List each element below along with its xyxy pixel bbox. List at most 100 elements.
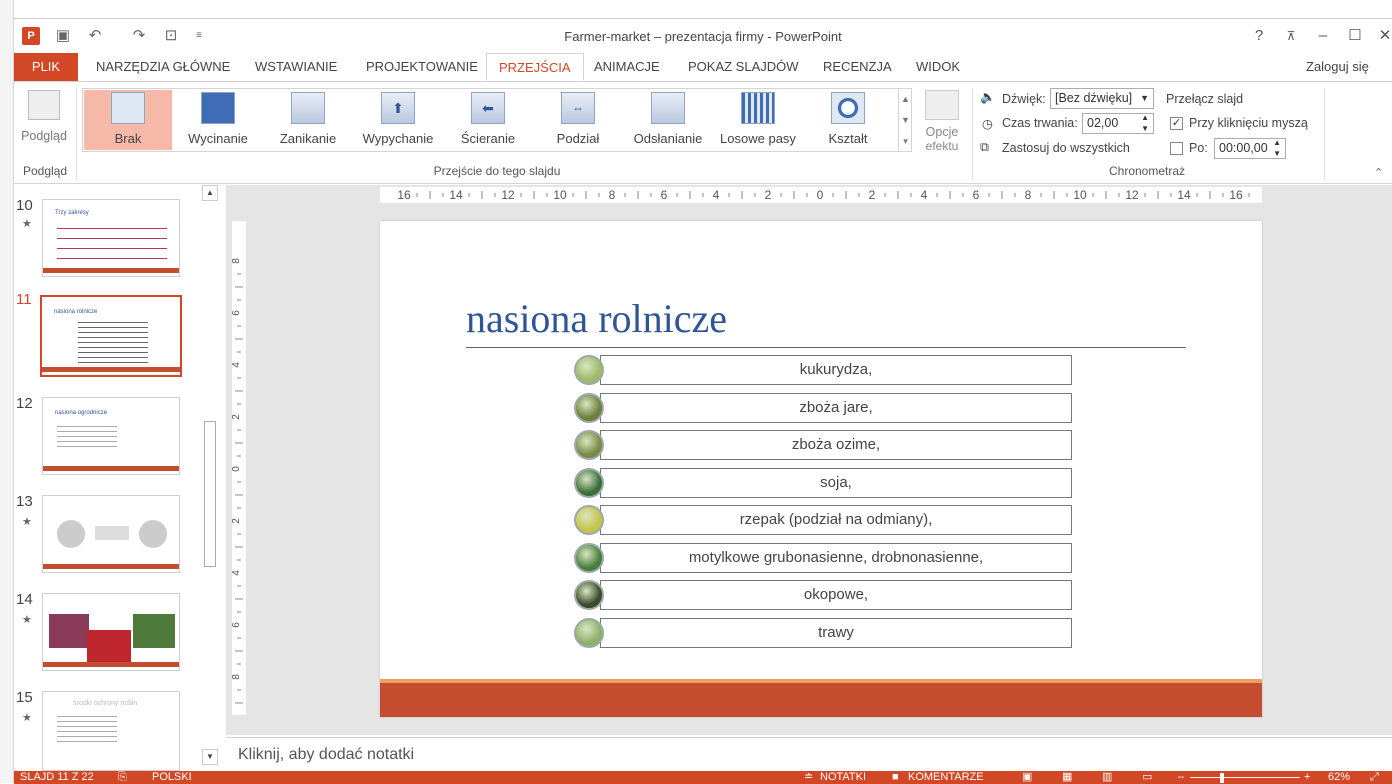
tab-home[interactable]: NARZĘDZIA GŁÓWNE [84, 53, 242, 81]
help-icon[interactable]: ? [1244, 25, 1274, 47]
bullet-photo-icon [574, 542, 604, 573]
tab-slide-show[interactable]: POKAZ SLAJDÓW [676, 53, 811, 81]
reading-view-icon[interactable]: ▥ [1102, 771, 1112, 784]
sign-in-link[interactable]: Zaloguj się [1294, 53, 1381, 81]
transition-split[interactable]: ⇔ Podział [533, 88, 623, 150]
tab-view[interactable]: WIDOK [904, 53, 972, 81]
tab-insert[interactable]: WSTAWIANIE [243, 53, 349, 81]
bullet-item[interactable]: zboża jare, [600, 392, 1072, 423]
gallery-scroll-up-icon[interactable]: ▲ [898, 89, 912, 110]
bullet-photo-icon [574, 580, 604, 610]
transition-label: Ścieranie [460, 131, 516, 146]
transition-fade-icon [291, 92, 325, 124]
slide-thumbnail-10[interactable]: Trzy zakresy [42, 199, 180, 277]
transition-fade[interactable]: Zanikanie [263, 88, 353, 150]
ruler-tick-label: 4 [232, 362, 242, 368]
comments-toggle[interactable]: KOMENTARZE [908, 771, 984, 784]
zoom-level[interactable]: 62% [1328, 771, 1350, 784]
notes-pane[interactable]: Kliknij, aby dodać notatki [226, 737, 1392, 771]
after-time-stepper[interactable]: 00:00,00 ▲ ▼ [1214, 138, 1286, 159]
scroll-down-icon[interactable]: ▼ [202, 749, 218, 765]
thumbnail-shape [57, 520, 85, 548]
tab-review[interactable]: RECENZJA [811, 53, 904, 81]
bullet-item[interactable]: kukurydza, [600, 355, 1072, 385]
zoom-slider-thumb[interactable] [1220, 773, 1224, 783]
comments-toggle-icon[interactable]: ■ [892, 771, 899, 784]
minimize-icon[interactable]: – [1308, 25, 1338, 47]
slide-thumbnail-15[interactable]: środki ochrony roślin [42, 691, 180, 771]
spelling-icon[interactable]: ⎘ [118, 771, 127, 784]
ruler-tick-label: 6 [232, 310, 242, 316]
transition-push[interactable]: ⬆ Wypychanie [353, 88, 443, 150]
apply-to-all-button[interactable]: Zastosuj do wszystkich [1002, 141, 1130, 155]
bullet-item[interactable]: rzepak (podział na odmiany), [600, 505, 1072, 535]
transition-random-bars[interactable]: Losowe pasy [713, 88, 803, 150]
transition-label: Zanikanie [279, 131, 337, 146]
thumbnail-footer [43, 662, 179, 667]
zoom-slider[interactable] [1190, 777, 1300, 778]
on-click-checkbox[interactable]: ✓ [1170, 117, 1183, 130]
stepper-arrows-icon[interactable]: ▲ ▼ [1273, 137, 1281, 159]
notes-toggle[interactable]: NOTATKI [820, 771, 866, 784]
transition-label: Wypychanie [362, 131, 434, 146]
transition-none-icon [111, 92, 145, 124]
gallery-scroll-down-icon[interactable]: ▼ [898, 110, 912, 131]
notes-toggle-icon[interactable]: ≐ [804, 771, 813, 784]
language-indicator[interactable]: POLSKI [152, 771, 192, 784]
slide-thumbnail-13[interactable] [42, 495, 180, 573]
scroll-up-icon[interactable]: ▲ [202, 185, 218, 201]
gallery-more-icon[interactable]: ▾ [898, 131, 912, 152]
ruler-tick-label: 10 [553, 188, 567, 202]
collapse-ribbon-icon[interactable]: ⌃ [1374, 166, 1383, 179]
tab-transitions[interactable]: PRZEJŚCIA [486, 53, 584, 81]
tab-design[interactable]: PROJEKTOWANIE [354, 53, 490, 81]
timing-group-label: Chronometraż [1108, 164, 1186, 178]
transition-shape-icon [831, 92, 865, 124]
bullet-item[interactable]: trawy [600, 617, 1072, 648]
thumbnail-title: nasiona rolnicze [54, 309, 98, 315]
fit-to-window-icon[interactable]: ⤢ [1370, 771, 1379, 784]
thumbnail-footer [43, 466, 179, 471]
preview-label: Podgląd [21, 129, 67, 143]
bullet-item[interactable]: motylkowe grubonasienne, drobnonasienne, [600, 542, 1072, 573]
bullet-item[interactable]: okopowe, [600, 580, 1072, 610]
slide-canvas[interactable]: nasiona rolnicze kukurydza, zboża jare, zb… [380, 221, 1262, 717]
slide-thumbnail-11[interactable]: nasiona rolnicze [40, 295, 182, 377]
scrollbar-thumb[interactable] [204, 421, 216, 567]
normal-view-icon[interactable]: ▣ [1022, 771, 1032, 784]
transition-cut[interactable]: Wycinanie [173, 88, 263, 150]
duration-stepper[interactable]: 02,00 ▲ ▼ [1082, 113, 1154, 134]
stepper-arrows-icon[interactable]: ▲ ▼ [1141, 112, 1149, 134]
zoom-in-icon[interactable]: + [1304, 771, 1310, 784]
thumbnail-photo [49, 614, 89, 648]
sound-select[interactable]: [Bez dźwięku] ▼ [1050, 88, 1154, 109]
thumbnail-shape [95, 526, 129, 540]
ruler-tick-label: 6 [232, 622, 242, 628]
duration-label: Czas trwania: [1002, 116, 1078, 130]
maximize-icon[interactable]: ☐ [1340, 25, 1370, 47]
slide-show-icon[interactable]: ▭ [1142, 771, 1152, 784]
slide-thumbnail-14[interactable] [42, 593, 180, 671]
after-checkbox[interactable] [1170, 142, 1183, 155]
thumbnail-content [57, 422, 117, 448]
zoom-out-icon[interactable]: – [1178, 771, 1184, 784]
notes-placeholder: Kliknij, aby dodać notatki [238, 746, 415, 763]
transition-reveal[interactable]: Odsłanianie [623, 88, 713, 150]
tab-animations[interactable]: ANIMACJE [582, 53, 672, 81]
transition-wipe[interactable]: ⬅ Ścieranie [443, 88, 533, 150]
ribbon-display-options-icon[interactable]: ⊼ [1276, 25, 1306, 47]
transition-shape[interactable]: Kształt [803, 88, 893, 150]
transition-none[interactable]: Brak [83, 88, 173, 150]
slide-sorter-icon[interactable]: ▦ [1062, 771, 1072, 784]
close-icon[interactable]: ✕ [1370, 25, 1392, 47]
effect-options-button[interactable]: Opcje efektu [918, 88, 966, 154]
slide-title[interactable]: nasiona rolnicze [466, 295, 727, 342]
tab-file[interactable]: PLIK [14, 53, 78, 81]
preview-button[interactable]: Podgląd [18, 88, 70, 150]
ruler-tick-label: 4 [921, 188, 928, 202]
slide-thumbnail-12[interactable]: nasiona ogrodnicze [42, 397, 180, 475]
bullet-item[interactable]: zboża ozime, [600, 430, 1072, 460]
chevron-down-icon: ▼ [1140, 93, 1149, 103]
bullet-item[interactable]: soja, [600, 467, 1072, 498]
ruler-tick-label: 8 [232, 258, 242, 264]
